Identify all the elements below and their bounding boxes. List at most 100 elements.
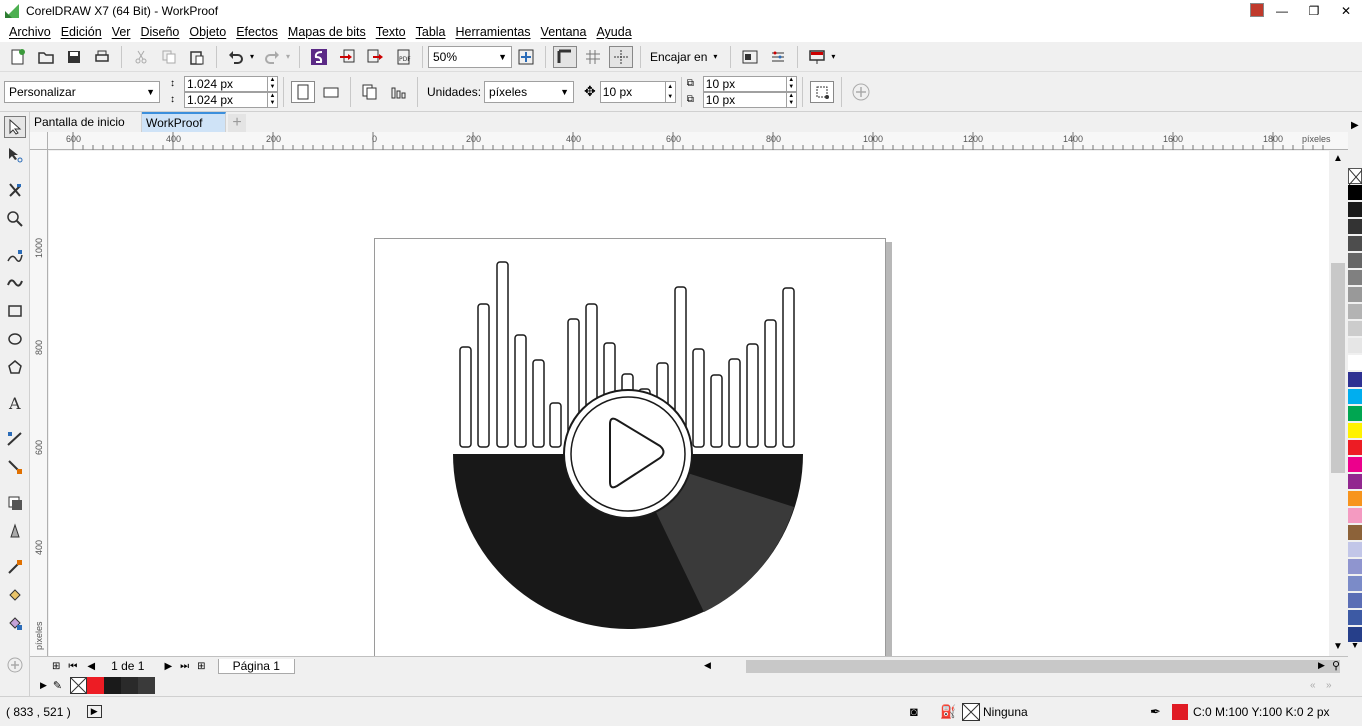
document-palette-swatch[interactable]	[138, 677, 156, 694]
spinner-arrows-icon[interactable]: ▲ ▼	[664, 81, 675, 102]
save-icon[interactable]	[62, 46, 86, 68]
status-expand-icon[interactable]: ▶	[86, 705, 102, 718]
application-launcher-icon[interactable]	[766, 46, 790, 68]
page-size-preset-combo[interactable]: Personalizar ▼	[4, 80, 160, 103]
palette-swatch[interactable]	[1348, 185, 1362, 201]
palette-swatch[interactable]	[1348, 542, 1362, 558]
publish-pdf-icon[interactable]: PDF	[391, 46, 415, 68]
menu-tabla[interactable]: Tabla	[411, 25, 451, 39]
undo-dropdown-icon[interactable]: ▾	[250, 52, 258, 61]
nudge-distance-field[interactable]: 10 px ▲ ▼	[599, 80, 676, 103]
palette-swatch[interactable]	[1348, 372, 1362, 388]
palette-swatch[interactable]	[1348, 304, 1362, 320]
menu-archivo[interactable]: Archivo	[4, 25, 56, 39]
palette-swatch[interactable]	[1348, 389, 1362, 405]
show-rulers-icon[interactable]	[553, 45, 577, 68]
scroll-left-icon[interactable]: ◀	[704, 660, 711, 671]
palette-swatch[interactable]	[1348, 423, 1362, 439]
paste-icon[interactable]	[185, 46, 209, 68]
palette-swatch[interactable]	[1348, 406, 1362, 422]
previous-page-icon[interactable]: ◀	[87, 661, 95, 672]
user-account-icon[interactable]	[1250, 3, 1264, 17]
no-color-swatch[interactable]	[70, 677, 88, 694]
eyedropper-tool-icon[interactable]	[4, 556, 26, 578]
dimension-tool-icon[interactable]	[4, 428, 26, 450]
palette-swatch[interactable]	[1348, 576, 1362, 592]
fill-dialog-icon[interactable]: ◙	[910, 704, 918, 719]
minimize-button[interactable]: —	[1266, 0, 1298, 22]
palette-scroll-up-icon[interactable]: ▶	[1351, 120, 1359, 131]
close-button[interactable]: ✕	[1330, 0, 1362, 22]
menu-ventana[interactable]: Ventana	[536, 25, 592, 39]
all-pages-icon[interactable]	[358, 81, 382, 103]
menu-efectos[interactable]: Efectos	[231, 25, 283, 39]
document-palette-swatch[interactable]	[121, 677, 139, 694]
undo-icon[interactable]	[224, 46, 248, 68]
rectangle-tool-icon[interactable]	[4, 300, 26, 322]
menu-objeto[interactable]: Objeto	[184, 25, 231, 39]
palette-swatch[interactable]	[1348, 236, 1362, 252]
horizontal-ruler[interactable]: 600 400 200 0 200 400 600 800 1000 1200 …	[48, 132, 1348, 150]
open-folder-icon[interactable]	[34, 46, 58, 68]
freehand-tool-icon[interactable]	[4, 246, 26, 268]
import-icon[interactable]	[335, 46, 359, 68]
text-tool-icon[interactable]: A	[4, 392, 26, 414]
crop-tool-icon[interactable]	[4, 180, 26, 202]
first-page-icon[interactable]: ⏮	[68, 661, 77, 672]
scroll-right-icon[interactable]: ▶	[1318, 660, 1325, 671]
export-icon[interactable]	[363, 46, 387, 68]
palette-swatch[interactable]	[1348, 440, 1362, 456]
palette-swatch[interactable]	[1348, 627, 1362, 643]
palette-swatch[interactable]	[1348, 491, 1362, 507]
redo-dropdown-icon[interactable]: ▾	[286, 52, 294, 61]
add-page-after-icon[interactable]: ⊞	[197, 661, 205, 672]
spinner-arrows-icon[interactable]: ▲ ▼	[785, 92, 796, 107]
duplicate-y-field[interactable]: 10 px ▲ ▼	[702, 91, 797, 108]
document-palette-scroll-left-icon[interactable]: «	[1310, 680, 1316, 691]
cut-icon[interactable]	[129, 46, 153, 68]
treat-as-filled-icon[interactable]	[809, 80, 834, 103]
spinner-arrows-icon[interactable]: ▲ ▼	[267, 92, 277, 107]
current-page-icon[interactable]	[386, 81, 410, 103]
fill-none-swatch-icon[interactable]	[962, 702, 980, 721]
add-icon[interactable]	[849, 81, 873, 103]
tab-workproof[interactable]: WorkProof	[142, 112, 226, 132]
search-content-icon[interactable]	[307, 46, 331, 68]
last-page-icon[interactable]: ⏭	[180, 661, 189, 672]
palette-swatch[interactable]	[1348, 270, 1362, 286]
menu-herramientas[interactable]: Herramientas	[451, 25, 536, 39]
palette-swatch[interactable]	[1348, 593, 1362, 609]
menu-ver[interactable]: Ver	[107, 25, 136, 39]
document-palette-swatch[interactable]	[87, 677, 105, 694]
vinyl-music-logo[interactable]	[375, 239, 885, 656]
transparency-tool-icon[interactable]	[4, 520, 26, 542]
spinner-arrows-icon[interactable]: ▲ ▼	[267, 76, 277, 91]
drop-shadow-tool-icon[interactable]	[4, 492, 26, 514]
drawing-canvas[interactable]	[49, 151, 1329, 656]
palette-swatch[interactable]	[1348, 508, 1362, 524]
document-palette-scroll-right-icon[interactable]: »	[1326, 680, 1332, 691]
palette-swatch[interactable]	[1348, 525, 1362, 541]
ellipse-tool-icon[interactable]	[4, 328, 26, 350]
copy-icon[interactable]	[157, 46, 181, 68]
palette-swatch[interactable]	[1348, 253, 1362, 269]
options-icon[interactable]	[738, 46, 762, 68]
zoom-tool-icon[interactable]	[4, 208, 26, 230]
new-tab-plus-icon[interactable]: +	[228, 114, 246, 132]
menu-diseno[interactable]: Diseño	[135, 25, 184, 39]
vertical-ruler[interactable]: 1000 800 600 400 píxeles	[30, 150, 48, 656]
portrait-orientation-icon[interactable]	[291, 80, 315, 103]
no-color-swatch[interactable]	[1348, 168, 1362, 186]
duplicate-x-field[interactable]: 10 px ▲ ▼	[702, 75, 797, 92]
redo-icon[interactable]	[260, 46, 284, 68]
palette-swatch[interactable]	[1348, 457, 1362, 473]
menu-edicion[interactable]: Edición	[56, 25, 107, 39]
interactive-fill-icon[interactable]	[4, 584, 26, 606]
palette-swatch[interactable]	[1348, 202, 1362, 218]
ruler-origin-corner[interactable]	[30, 132, 48, 150]
outline-color-swatch[interactable]	[1172, 703, 1188, 720]
zoom-navigator-icon[interactable]: ⚲	[1332, 659, 1340, 672]
vertical-scroll-thumb[interactable]	[1331, 263, 1345, 473]
palette-swatch[interactable]	[1348, 321, 1362, 337]
pick-tool-icon[interactable]	[4, 116, 26, 138]
